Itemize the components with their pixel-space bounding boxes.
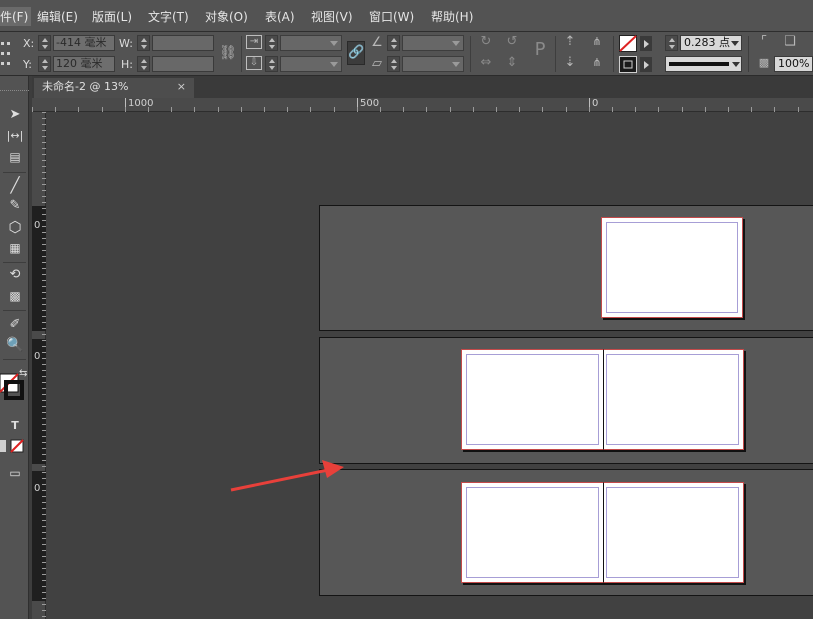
flip-horizontal-icon[interactable]: ⇔ bbox=[478, 55, 494, 71]
stroke-menu-icon[interactable] bbox=[640, 57, 652, 72]
drop-shadow-icon[interactable]: ❑ bbox=[782, 34, 798, 50]
fill-stroke-swatch-icon[interactable]: ⇆ bbox=[0, 364, 28, 410]
vertical-ruler[interactable]: 0 0 0 bbox=[32, 112, 46, 619]
link-scale-icon[interactable]: 🔗 bbox=[347, 41, 365, 65]
gap-tool-icon[interactable]: |↔| bbox=[4, 127, 26, 145]
flip-vertical-icon[interactable]: ⇕ bbox=[504, 55, 520, 71]
menu-object[interactable]: 对象(O) bbox=[205, 8, 248, 25]
menu-help[interactable]: 帮助(H) bbox=[431, 8, 473, 25]
pasteboard[interactable] bbox=[46, 112, 813, 619]
menu-table[interactable]: 表(A) bbox=[265, 8, 295, 25]
apply-color-icons[interactable] bbox=[0, 438, 28, 454]
close-icon[interactable]: × bbox=[177, 78, 186, 96]
rotate-tool-icon[interactable]: ⟲ bbox=[4, 266, 26, 284]
scale-y-stepper[interactable] bbox=[265, 56, 278, 72]
scale-y-icon: ⇩ bbox=[246, 56, 262, 70]
horizontal-ruler[interactable]: 1000 500 0 bbox=[32, 98, 813, 112]
y-field[interactable]: 120 毫米 bbox=[53, 56, 115, 72]
annotation-arrow-icon bbox=[230, 460, 344, 492]
fill-none-swatch-icon[interactable] bbox=[619, 35, 637, 52]
shear-dropdown[interactable] bbox=[402, 56, 464, 72]
polygon-frame-icon[interactable]: ⬡ bbox=[4, 218, 26, 236]
ruler-label-500: 500 bbox=[360, 98, 380, 109]
svg-text:⇆: ⇆ bbox=[19, 368, 27, 379]
x-field[interactable]: -414 毫米 bbox=[53, 35, 115, 51]
rotate-ccw-icon[interactable]: ↺ bbox=[504, 34, 520, 50]
ruler-label-v3: 0 bbox=[34, 483, 41, 494]
rotate-angle-icon: ∠ bbox=[371, 35, 383, 50]
tab-title: 未命名-2 @ 13% bbox=[42, 80, 129, 93]
shear-angle-icon: ▱ bbox=[372, 56, 382, 71]
screen-mode-icon[interactable]: ▭ bbox=[4, 464, 26, 482]
selection-tool-icon[interactable]: ➤ bbox=[4, 106, 26, 124]
scale-x-dropdown[interactable] bbox=[280, 35, 342, 51]
table-tool-icon[interactable]: ▦ bbox=[4, 239, 26, 257]
stroke-type-dropdown[interactable] bbox=[665, 56, 742, 72]
h-field[interactable] bbox=[152, 56, 214, 72]
rotate-stepper[interactable] bbox=[387, 35, 400, 51]
x-label: X: bbox=[23, 37, 35, 50]
content-collector-icon[interactable]: ▤ bbox=[4, 148, 26, 166]
tab-document[interactable]: 未命名-2 @ 13% × bbox=[34, 78, 194, 98]
menu-layout[interactable]: 版面(L) bbox=[92, 8, 132, 25]
select-content-icon[interactable]: ⇣ bbox=[562, 55, 578, 71]
scale-x-stepper[interactable] bbox=[265, 35, 278, 51]
y-label: Y: bbox=[23, 58, 32, 71]
opacity-icon: ▩ bbox=[758, 56, 770, 69]
gradient-swatch-icon[interactable]: ▩ bbox=[4, 287, 26, 305]
h-stepper[interactable] bbox=[137, 56, 150, 72]
rotate-cw-icon[interactable]: ↻ bbox=[478, 34, 494, 50]
line-tool-icon[interactable]: ╱ bbox=[4, 176, 26, 194]
menu-view[interactable]: 视图(V) bbox=[311, 8, 353, 25]
stroke-weight-stepper[interactable] bbox=[665, 35, 678, 51]
ruler-label-0: 0 bbox=[592, 98, 599, 109]
flip-indicator-icon: P bbox=[534, 39, 546, 60]
w-label: W: bbox=[119, 37, 133, 50]
menu-bar: 件(F) 编辑(E) 版面(L) 文字(T) 对象(O) 表(A) 视图(V) … bbox=[0, 0, 813, 32]
panel-grip[interactable] bbox=[0, 90, 29, 94]
document-tab-bar: 未命名-2 @ 13% × bbox=[32, 76, 813, 98]
select-container-icon[interactable]: ⇡ bbox=[562, 34, 578, 50]
rotate-dropdown[interactable] bbox=[402, 35, 464, 51]
zoom-icon[interactable]: 🔍 bbox=[4, 336, 26, 354]
stroke-swatch-icon[interactable] bbox=[619, 56, 637, 73]
reference-point-icon[interactable] bbox=[0, 38, 16, 70]
corner-options-icon[interactable]: ⌜ bbox=[756, 34, 772, 50]
opacity-field[interactable]: 100% bbox=[774, 56, 813, 72]
tools-panel: ➤ |↔| ▤ ╱ ✎ ⬡ ▦ ⟲ ▩ ✐ 🔍 ⇆ T ▭ bbox=[0, 76, 29, 619]
select-previous-icon[interactable]: ⋔ bbox=[586, 34, 608, 50]
eyedropper-icon[interactable]: ✐ bbox=[4, 316, 26, 334]
ruler-label-1000: 1000 bbox=[128, 98, 154, 109]
menu-type[interactable]: 文字(T) bbox=[148, 8, 189, 25]
menu-file[interactable]: 件(F) bbox=[0, 7, 32, 26]
menu-edit[interactable]: 编辑(E) bbox=[37, 8, 78, 25]
stroke-weight-arrow-icon bbox=[731, 41, 739, 46]
y-stepper[interactable] bbox=[38, 56, 51, 72]
type-tool-icon[interactable]: T bbox=[4, 417, 26, 435]
constrain-proportions-icon[interactable]: ⛓ bbox=[219, 45, 237, 61]
h-label: H: bbox=[121, 58, 133, 71]
control-panel: X: -414 毫米 Y: 120 毫米 W: H: ⛓ ⇥ ⇩ 🔗 ∠ ▱ ↻… bbox=[0, 32, 813, 76]
w-field[interactable] bbox=[152, 35, 214, 51]
scale-x-icon: ⇥ bbox=[246, 35, 262, 49]
select-next-icon[interactable]: ⋔ bbox=[586, 55, 608, 71]
scale-y-dropdown[interactable] bbox=[280, 56, 342, 72]
shear-stepper[interactable] bbox=[387, 56, 400, 72]
ruler-label-v2: 0 bbox=[34, 351, 41, 362]
x-stepper[interactable] bbox=[38, 35, 51, 51]
fill-menu-icon[interactable] bbox=[640, 36, 652, 51]
pen-tool-icon[interactable]: ✎ bbox=[4, 197, 26, 215]
ruler-label-v1: 0 bbox=[34, 220, 41, 231]
menu-window[interactable]: 窗口(W) bbox=[369, 8, 414, 25]
w-stepper[interactable] bbox=[137, 35, 150, 51]
